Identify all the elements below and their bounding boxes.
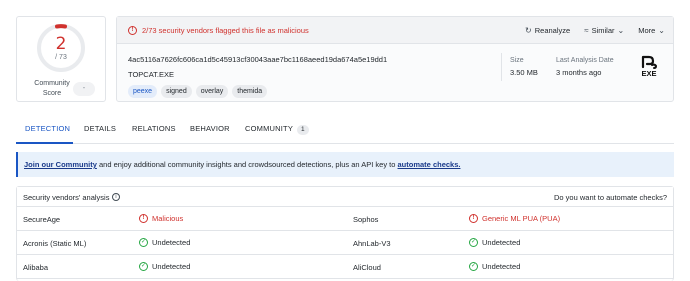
tag-overlay[interactable]: overlay [195, 85, 229, 98]
community-count-badge: 1 [297, 125, 309, 135]
more-button[interactable]: More ⌄ [638, 26, 665, 35]
table-row: Acronis (Static ML) ✓ Undetected AhnLab-… [17, 231, 673, 255]
vendor-result-label: Undetected [482, 262, 521, 271]
file-summary-card: ! 2/73 security vendors flagged this fil… [116, 16, 674, 102]
file-tags: peexe signed overlay themida [128, 85, 268, 98]
file-hash[interactable]: 4ac5116a7626fc606ca1d5c45913cf30043aae7b… [128, 55, 387, 64]
vendor-result: ! Generic ML PUA (PUA) [469, 214, 560, 223]
chevron-down-icon: ⌄ [658, 26, 665, 35]
check-circle-icon: ✓ [469, 262, 478, 271]
alert-message: 2/73 security vendors flagged this file … [142, 26, 309, 35]
vendor-result: ✓ Undetected [139, 262, 190, 271]
tab-behavior[interactable]: BEHAVIOR [190, 124, 230, 133]
file-toolbar: ↻ Reanalyze ≈ Similar ⌄ More ⌄ [525, 26, 665, 35]
table-row: SecureAge ! Malicious Sophos ! Generic M… [17, 207, 673, 231]
tag-themida[interactable]: themida [232, 85, 268, 98]
alert-bar: ! 2/73 security vendors flagged this fil… [117, 17, 673, 44]
vendors-header: Security vendors' analysis i Do you want… [17, 187, 673, 207]
alert-circle-icon: ! [128, 26, 137, 35]
vendor-result: ✓ Undetected [139, 238, 190, 247]
vendor-name: Acronis (Static ML) [23, 239, 87, 248]
vendor-result-label: Undetected [152, 262, 191, 271]
meta-divider [501, 53, 502, 81]
size-value: 3.50 MB [510, 68, 538, 77]
refresh-icon: ↻ [525, 26, 532, 35]
vendor-result: ! Malicious [139, 214, 183, 223]
tab-details[interactable]: DETAILS [84, 124, 116, 133]
tab-community[interactable]: COMMUNITY 1 [245, 124, 309, 135]
vendor-name: AhnLab-V3 [353, 239, 391, 248]
vendor-result: ✓ Undetected [469, 262, 520, 271]
banner-body: and enjoy additional community insights … [96, 160, 398, 169]
vendor-name: SecureAge [23, 215, 61, 224]
similar-icon: ≈ [584, 26, 589, 35]
check-circle-icon: ✓ [469, 238, 478, 247]
tab-detection[interactable]: DETECTION [25, 124, 70, 133]
table-row: Alibaba ✓ Undetected AliCloud ✓ Undetect… [17, 255, 673, 279]
check-circle-icon: ✓ [139, 262, 148, 271]
size-label: Size [510, 57, 524, 64]
malicious-icon: ! [469, 214, 478, 223]
more-label: More [638, 26, 656, 35]
vendor-name: AliCloud [353, 263, 381, 272]
tag-signed[interactable]: signed [161, 85, 192, 98]
community-score-label: Community Score [34, 80, 70, 97]
vendor-result-label: Undetected [152, 238, 191, 247]
detection-score-card: 2 / 73 Community Score - [16, 16, 106, 102]
tab-relations[interactable]: RELATIONS [132, 124, 176, 133]
file-name: TOPCAT.EXE [128, 70, 174, 79]
chevron-down-icon: ⌄ [617, 26, 625, 35]
join-community-link[interactable]: Join our Community [24, 160, 97, 169]
vendors-title: Security vendors' analysis [23, 193, 110, 202]
vendor-result: ✓ Undetected [469, 238, 520, 247]
vendor-result-label: Malicious [152, 214, 184, 223]
last-analysis-value: 3 months ago [556, 68, 602, 77]
similar-label: Similar [591, 26, 615, 35]
automate-checks-prompt[interactable]: Do you want to automate checks? [554, 193, 667, 202]
community-banner: Join our Community and enjoy additional … [16, 152, 674, 177]
malicious-icon: ! [139, 214, 148, 223]
automate-checks-link[interactable]: automate checks. [398, 160, 461, 169]
vendor-result-label: Undetected [482, 238, 521, 247]
vendor-name: Sophos [353, 215, 379, 224]
community-score-value: - [73, 82, 95, 96]
detection-total: / 73 [55, 54, 67, 61]
reanalyze-label: Reanalyze [534, 26, 571, 35]
tab-community-label: COMMUNITY [245, 124, 294, 133]
reanalyze-button[interactable]: ↻ Reanalyze [525, 26, 570, 35]
detection-count: 2 [55, 34, 67, 54]
tag-peexe[interactable]: peexe [128, 85, 158, 98]
info-icon[interactable]: i [112, 193, 120, 201]
check-circle-icon: ✓ [139, 238, 148, 247]
vendor-result-label: Generic ML PUA (PUA) [482, 214, 561, 223]
banner-text: Join our Community and enjoy additional … [24, 160, 460, 169]
last-analysis-label: Last Analysis Date [556, 57, 614, 64]
vendors-analysis-panel: Security vendors' analysis i Do you want… [16, 186, 674, 281]
tab-bar: DETECTION DETAILS RELATIONS BEHAVIOR COM… [16, 116, 674, 144]
active-tab-indicator [16, 142, 73, 144]
similar-button[interactable]: ≈ Similar ⌄ [584, 26, 624, 35]
vendor-name: Alibaba [23, 263, 49, 272]
file-type-label: EXE [641, 69, 657, 78]
